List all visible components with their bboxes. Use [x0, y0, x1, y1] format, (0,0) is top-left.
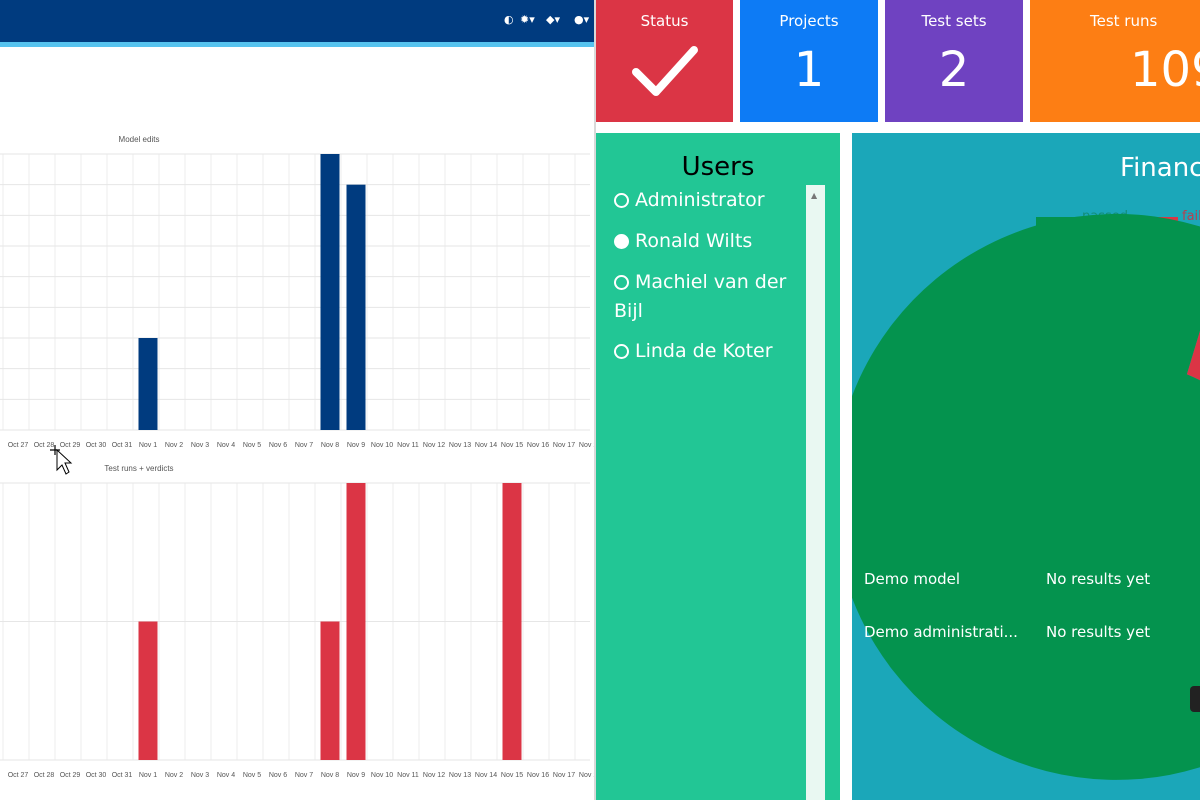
x-tick-label: Nov 3 [191, 772, 209, 779]
charts-canvas: Model edits Oct 27 Oct 28 Oct 29 Oct 30 Oct … [0, 135, 594, 779]
user-name: Administrator [635, 189, 765, 211]
bar-nov-9[interactable] [346, 483, 366, 760]
x-tick-label: Nov 18 [579, 772, 594, 779]
user-option-administrator[interactable]: Administrator [614, 186, 804, 215]
test-sets-tile[interactable]: Test sets 2 [885, 0, 1023, 122]
x-tick-label: Nov 7 [295, 442, 313, 449]
x-tick-label: Nov 9 [347, 772, 365, 779]
test-runs-tile[interactable]: Test runs 109 [1030, 0, 1200, 122]
user-name: Ronald Wilts [635, 230, 753, 252]
x-tick-label: Nov 3 [191, 442, 209, 449]
x-tick-label: Nov 13 [449, 772, 471, 779]
x-tick-label: Nov 17 [553, 772, 575, 779]
scroll-up-arrow-icon[interactable]: ▲ [811, 191, 817, 200]
bar-nov-1[interactable] [138, 621, 158, 761]
x-tick-label: Nov 2 [165, 442, 183, 449]
x-tick-label: Nov 16 [527, 772, 549, 779]
user-name: Machiel van der Bijl [614, 271, 787, 322]
x-tick-label: Nov 9 [347, 442, 365, 449]
radio-unselected-icon[interactable] [614, 275, 629, 290]
x-tick-label: Oct 28 [34, 442, 55, 449]
x-tick-label: Oct 29 [60, 772, 81, 779]
finance-row-name: Demo administrati... [864, 623, 1018, 641]
x-tick-label: Nov 15 [501, 442, 523, 449]
x-tick-label: Oct 27 [8, 442, 29, 449]
x-tick-label: Nov 5 [243, 442, 261, 449]
projects-count: 1 [793, 42, 825, 98]
x-tick-label: Nov 10 [371, 442, 393, 449]
user-name: Linda de Koter [635, 340, 773, 362]
x-tick-label: Nov 8 [321, 442, 339, 449]
x-tick-label: Nov 4 [217, 772, 235, 779]
status-tile[interactable]: Status [596, 0, 733, 122]
test-runs-tile-label: Test runs [1090, 12, 1158, 30]
x-tick-label: Nov 6 [269, 772, 287, 779]
test-sets-tile-label: Test sets [921, 12, 987, 30]
finance-row-result: No results yet [1046, 623, 1151, 641]
x-tick-label: Nov 17 [553, 442, 575, 449]
radio-unselected-icon[interactable] [614, 344, 629, 359]
radio-unselected-icon[interactable] [614, 193, 629, 208]
bar-nov-9[interactable] [346, 184, 366, 430]
x-tick-label: Oct 31 [112, 772, 133, 779]
x-tick-label: Nov 4 [217, 442, 235, 449]
mouse-cursor-icon [50, 445, 73, 475]
finance-row-name: Demo model [864, 570, 961, 588]
x-tick-label: Nov 12 [423, 442, 445, 449]
test-sets-count: 2 [938, 42, 970, 98]
x-tick-label: Oct 30 [86, 442, 107, 449]
x-tick-label: Nov 7 [295, 772, 313, 779]
model-edits-bars [138, 154, 366, 430]
radio-selected-icon[interactable] [614, 234, 629, 249]
projects-tile[interactable]: Projects 1 [740, 0, 878, 122]
bar-nov-8[interactable] [320, 621, 340, 761]
x-tick-label: Nov 1 [139, 442, 157, 449]
x-tick-label: Nov 16 [527, 442, 549, 449]
test-runs-count: 109 [1130, 42, 1200, 98]
finance-donut-chart [852, 213, 1200, 780]
x-tick-label: Nov 2 [165, 772, 183, 779]
projects-tile-label: Projects [779, 12, 839, 30]
x-tick-label: Nov 10 [371, 772, 393, 779]
x-tick-label: Oct 31 [112, 442, 133, 449]
x-tick-label: Nov 11 [397, 442, 419, 449]
x-tick-label: Oct 28 [34, 772, 55, 779]
x-tick-label: Nov 14 [475, 442, 497, 449]
status-tile-label: Status [640, 12, 689, 30]
model-edits-x-ticks: Oct 27 Oct 28 Oct 29 Oct 30 Oct 31 Nov 1 Nov 2… [8, 442, 594, 449]
bar-nov-1[interactable] [138, 338, 158, 430]
x-tick-label: Nov 6 [269, 442, 287, 449]
x-tick-label: Nov 11 [397, 772, 419, 779]
passed-slice [852, 213, 1200, 780]
x-tick-label: Nov 8 [321, 772, 339, 779]
model-edits-chart-title: Model edits [119, 135, 160, 144]
user-option-ronald-wilts[interactable]: Ronald Wilts [614, 227, 804, 256]
x-tick-label: Oct 29 [60, 442, 81, 449]
x-tick-label: Oct 27 [8, 772, 29, 779]
x-tick-label: Nov 12 [423, 772, 445, 779]
user-option-machiel-van-der-bijl[interactable]: Machiel van der Bijl [614, 268, 804, 326]
x-tick-label: Nov 5 [243, 772, 261, 779]
bar-nov-15[interactable] [502, 483, 522, 760]
users-scrollbar[interactable]: ▲ [806, 185, 825, 800]
dashboard-pane: Status Projects 1 Test sets 2 Test runs … [596, 0, 1200, 800]
bar-nov-8[interactable] [320, 154, 340, 430]
x-tick-label: Nov 13 [449, 442, 471, 449]
x-tick-label: Nov 15 [501, 772, 523, 779]
finance-panel: Financ passed fail Demo model No results… [852, 133, 1200, 800]
finance-row-result: No results yet [1046, 570, 1151, 588]
checkmark-icon [632, 46, 698, 96]
chat-widget-icon[interactable] [1190, 686, 1200, 712]
model-edits-grid [0, 153, 590, 431]
x-tick-label: Oct 30 [86, 772, 107, 779]
x-tick-label: Nov 18 [579, 442, 594, 449]
test-runs-x-ticks: Oct 27 Oct 28 Oct 29 Oct 30 Oct 31 Nov 1 Nov 2… [8, 772, 594, 779]
user-option-linda-de-koter[interactable]: Linda de Koter [614, 337, 804, 366]
x-tick-label: Nov 14 [475, 772, 497, 779]
users-title: Users [681, 152, 755, 182]
test-runs-chart-title: Test runs + verdicts [104, 464, 173, 473]
x-tick-label: Nov 1 [139, 772, 157, 779]
activity-charts-pane: ◐ ✹▾ ◆▾ ●▾ Model edits Oct 27 Oct 28 Oct 2… [0, 0, 594, 800]
